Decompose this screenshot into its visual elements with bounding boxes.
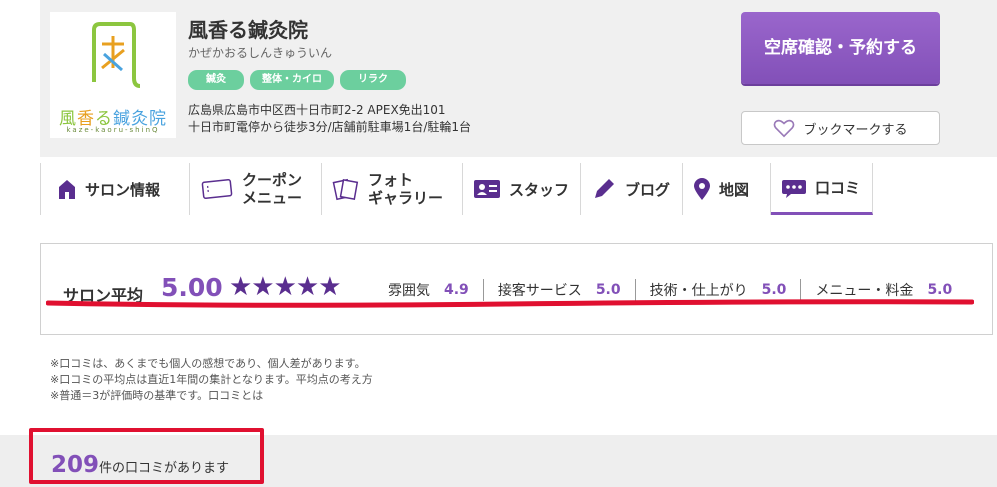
tab-label: クーポン メニュー	[242, 171, 303, 207]
review-notes: ※口コミは、あくまでも個人の感想であり、個人差があります。 ※口コミの平均点は直…	[50, 356, 373, 404]
reserve-button[interactable]: 空席確認・予約する	[741, 12, 940, 84]
tab-map[interactable]: 地図	[683, 163, 771, 215]
access-line: 十日市町電停から徒歩3分/店舗前駐車場1台/駐輪1台	[188, 120, 471, 134]
coupon-icon	[201, 179, 233, 199]
sub-rating-value: 4.9	[444, 282, 469, 298]
tab-photo-gallery[interactable]: フォト ギャラリー	[322, 163, 463, 215]
tab-label: 地図	[719, 180, 750, 199]
note-line[interactable]: ※口コミの平均点は直近1年間の集計となります。平均点の考え方	[50, 372, 373, 388]
tab-blog[interactable]: ブログ	[581, 163, 683, 215]
map-pin-icon	[694, 178, 710, 200]
tab-label: サロン情報	[85, 180, 161, 199]
salon-nav: サロン情報 クーポン メニュー フォト ギャラリー スタッフ ブログ 地図 口コ…	[40, 163, 873, 215]
salon-name: 風香る鍼灸院	[188, 18, 308, 42]
tab-staff[interactable]: スタッフ	[463, 163, 581, 215]
home-icon	[59, 180, 75, 199]
note-line: ※口コミは、あくまでも個人の感想であり、個人差があります。	[50, 357, 366, 370]
salon-logo: 風香る鍼灸院 kaze-kaoru-shinQ	[50, 12, 176, 138]
salon-address: 広島県広島市中区西十日市町2-2 APEX免出101 十日市町電停から徒歩3分/…	[188, 102, 471, 136]
address-line: 広島県広島市中区西十日市町2-2 APEX免出101	[188, 103, 446, 117]
salon-tags: 鍼灸 整体・カイロ リラク	[188, 70, 406, 90]
tag-acupuncture: 鍼灸	[188, 70, 244, 90]
sub-rating-value: 5.0	[927, 282, 953, 298]
speech-bubble-icon	[782, 179, 806, 198]
tab-label: スタッフ	[509, 180, 570, 199]
photo-icon	[332, 178, 359, 201]
salon-kana: かぜかおるしんきゅういん	[188, 46, 333, 60]
sub-rating-value: 5.0	[595, 282, 621, 298]
bookmark-button[interactable]: ブックマークする	[741, 111, 940, 145]
heart-icon	[774, 119, 795, 138]
tab-label: 口コミ	[815, 179, 861, 197]
note-line[interactable]: ※普通＝3が評価時の基準です。口コミとは	[50, 388, 373, 404]
tab-label: フォト ギャラリー	[368, 171, 444, 207]
bookmark-label: ブックマークする	[803, 122, 908, 138]
staff-card-icon	[474, 180, 500, 198]
tab-label: ブログ	[625, 180, 671, 199]
tab-coupon-menu[interactable]: クーポン メニュー	[190, 163, 322, 215]
red-box-annotation	[29, 428, 264, 484]
tag-chiropractic: 整体・カイロ	[250, 70, 334, 90]
tag-relax: リラク	[340, 70, 406, 90]
red-underline-annotation	[46, 299, 974, 308]
logo-mark-icon	[92, 22, 140, 88]
tab-salon-info[interactable]: サロン情報	[40, 163, 190, 215]
logo-subtext: kaze-kaoru-shinQ	[66, 126, 160, 134]
tab-reviews[interactable]: 口コミ	[771, 163, 873, 215]
sub-rating-value: 5.0	[761, 282, 787, 298]
pencil-icon	[595, 179, 614, 198]
